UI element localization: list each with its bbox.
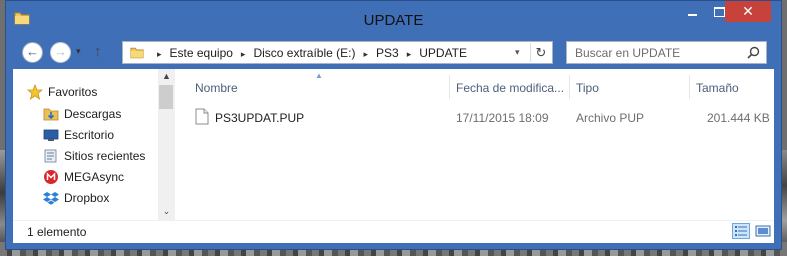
dropbox-icon xyxy=(43,192,59,205)
close-icon: ✕ xyxy=(742,3,754,19)
column-divider[interactable] xyxy=(569,75,570,99)
sidebar-item-label: Descargas xyxy=(64,107,122,121)
refresh-button[interactable]: ↻ xyxy=(530,43,551,62)
large-icons-view-button[interactable] xyxy=(754,223,772,239)
file-size: 201.444 KB xyxy=(707,111,770,125)
minimize-button[interactable] xyxy=(679,1,706,22)
scroll-down-arrow-icon[interactable]: ⌄ xyxy=(158,206,175,217)
recent-places-icon xyxy=(44,149,57,163)
close-button[interactable]: ✕ xyxy=(725,1,771,22)
sidebar-item-label: MEGAsync xyxy=(64,170,125,184)
breadcrumb-ps3[interactable]: PS3 xyxy=(376,46,399,60)
folder-icon xyxy=(130,47,144,59)
back-button[interactable]: ← xyxy=(22,42,43,63)
navigation-bar: ← → ▾ ↑ ▸ Este equipo ▸ Disco extraíble (E:… xyxy=(13,39,774,69)
title-bar[interactable]: UPDATE ✕ xyxy=(6,1,781,39)
forward-button[interactable]: → xyxy=(50,42,71,63)
sidebar-item-label: Favoritos xyxy=(48,85,98,99)
breadcrumb-separator-icon[interactable]: ▸ xyxy=(363,49,368,60)
column-divider[interactable] xyxy=(449,75,450,99)
navigation-pane-scrollbar[interactable]: ▲ ⌄ xyxy=(158,69,175,220)
up-arrow-icon[interactable]: ↑ xyxy=(94,43,102,60)
scroll-up-arrow-icon[interactable]: ▲ xyxy=(158,71,175,81)
details-view-icon xyxy=(735,226,747,236)
breadcrumb-separator-icon[interactable]: ▸ xyxy=(241,49,246,60)
table-row[interactable]: PS3UPDAT.PUP 17/11/2015 18:09 Archivo PU… xyxy=(189,108,774,128)
file-icon xyxy=(195,108,209,125)
address-dropdown-icon[interactable]: ▾ xyxy=(515,47,520,58)
search-input[interactable]: Buscar en UPDATE xyxy=(575,46,680,60)
breadcrumb-update[interactable]: UPDATE xyxy=(419,46,467,60)
breadcrumb-separator-icon[interactable]: ▸ xyxy=(157,49,162,60)
status-bar: 1 elemento xyxy=(13,220,774,243)
column-header-tamano[interactable]: Tamaño xyxy=(696,81,739,95)
maximize-icon xyxy=(714,7,725,17)
column-divider[interactable] xyxy=(689,75,690,99)
window-title: UPDATE xyxy=(363,12,424,29)
breadcrumb-disco-extraible[interactable]: Disco extraíble (E:) xyxy=(253,46,355,60)
sort-ascending-icon: ▲ xyxy=(315,71,323,80)
breadcrumb-separator-icon[interactable]: ▸ xyxy=(407,49,412,60)
breadcrumb-este-equipo[interactable]: Este equipo xyxy=(170,46,233,60)
file-list: ▲ Nombre Fecha de modifica... Tipo Tamañ… xyxy=(177,69,774,220)
megasync-icon xyxy=(44,170,58,184)
breadcrumb: ▸ Este equipo ▸ Disco extraíble (E:) ▸ PS3 ▸ UP… xyxy=(149,46,467,60)
details-view-button[interactable] xyxy=(732,223,750,239)
scrollbar-thumb[interactable] xyxy=(159,85,173,109)
column-header-nombre[interactable]: Nombre xyxy=(195,81,238,95)
address-bar[interactable]: ▸ Este equipo ▸ Disco extraíble (E:) ▸ PS3 ▸ UP… xyxy=(122,41,553,64)
file-type: Archivo PUP xyxy=(576,111,645,125)
recent-locations-chevron-icon[interactable]: ▾ xyxy=(76,46,81,57)
search-icon xyxy=(747,46,760,59)
column-header-fecha[interactable]: Fecha de modifica... xyxy=(456,81,564,95)
content-area: Favoritos Descargas Escritorio Sitios re… xyxy=(13,69,774,220)
search-box[interactable]: Buscar en UPDATE xyxy=(566,41,767,64)
minimize-icon xyxy=(688,14,697,16)
large-icons-view-icon xyxy=(755,225,771,237)
column-header-tipo[interactable]: Tipo xyxy=(576,81,599,95)
sidebar-item-label: Escritorio xyxy=(64,128,115,142)
desktop-icon xyxy=(43,129,59,141)
file-date: 17/11/2015 18:09 xyxy=(456,111,549,125)
navigation-pane: Favoritos Descargas Escritorio Sitios re… xyxy=(13,69,158,220)
sidebar-item-label: Dropbox xyxy=(64,191,110,205)
downloads-folder-icon xyxy=(43,108,59,121)
item-count: 1 elemento xyxy=(27,225,87,239)
explorer-window: UPDATE ✕ ← → ▾ ↑ ▸ Este equipo ▸ Disco extr… xyxy=(5,0,782,250)
file-name: PS3UPDAT.PUP xyxy=(215,111,305,125)
sidebar-item-label: Sitios recientes xyxy=(64,149,146,163)
star-icon xyxy=(27,84,43,100)
